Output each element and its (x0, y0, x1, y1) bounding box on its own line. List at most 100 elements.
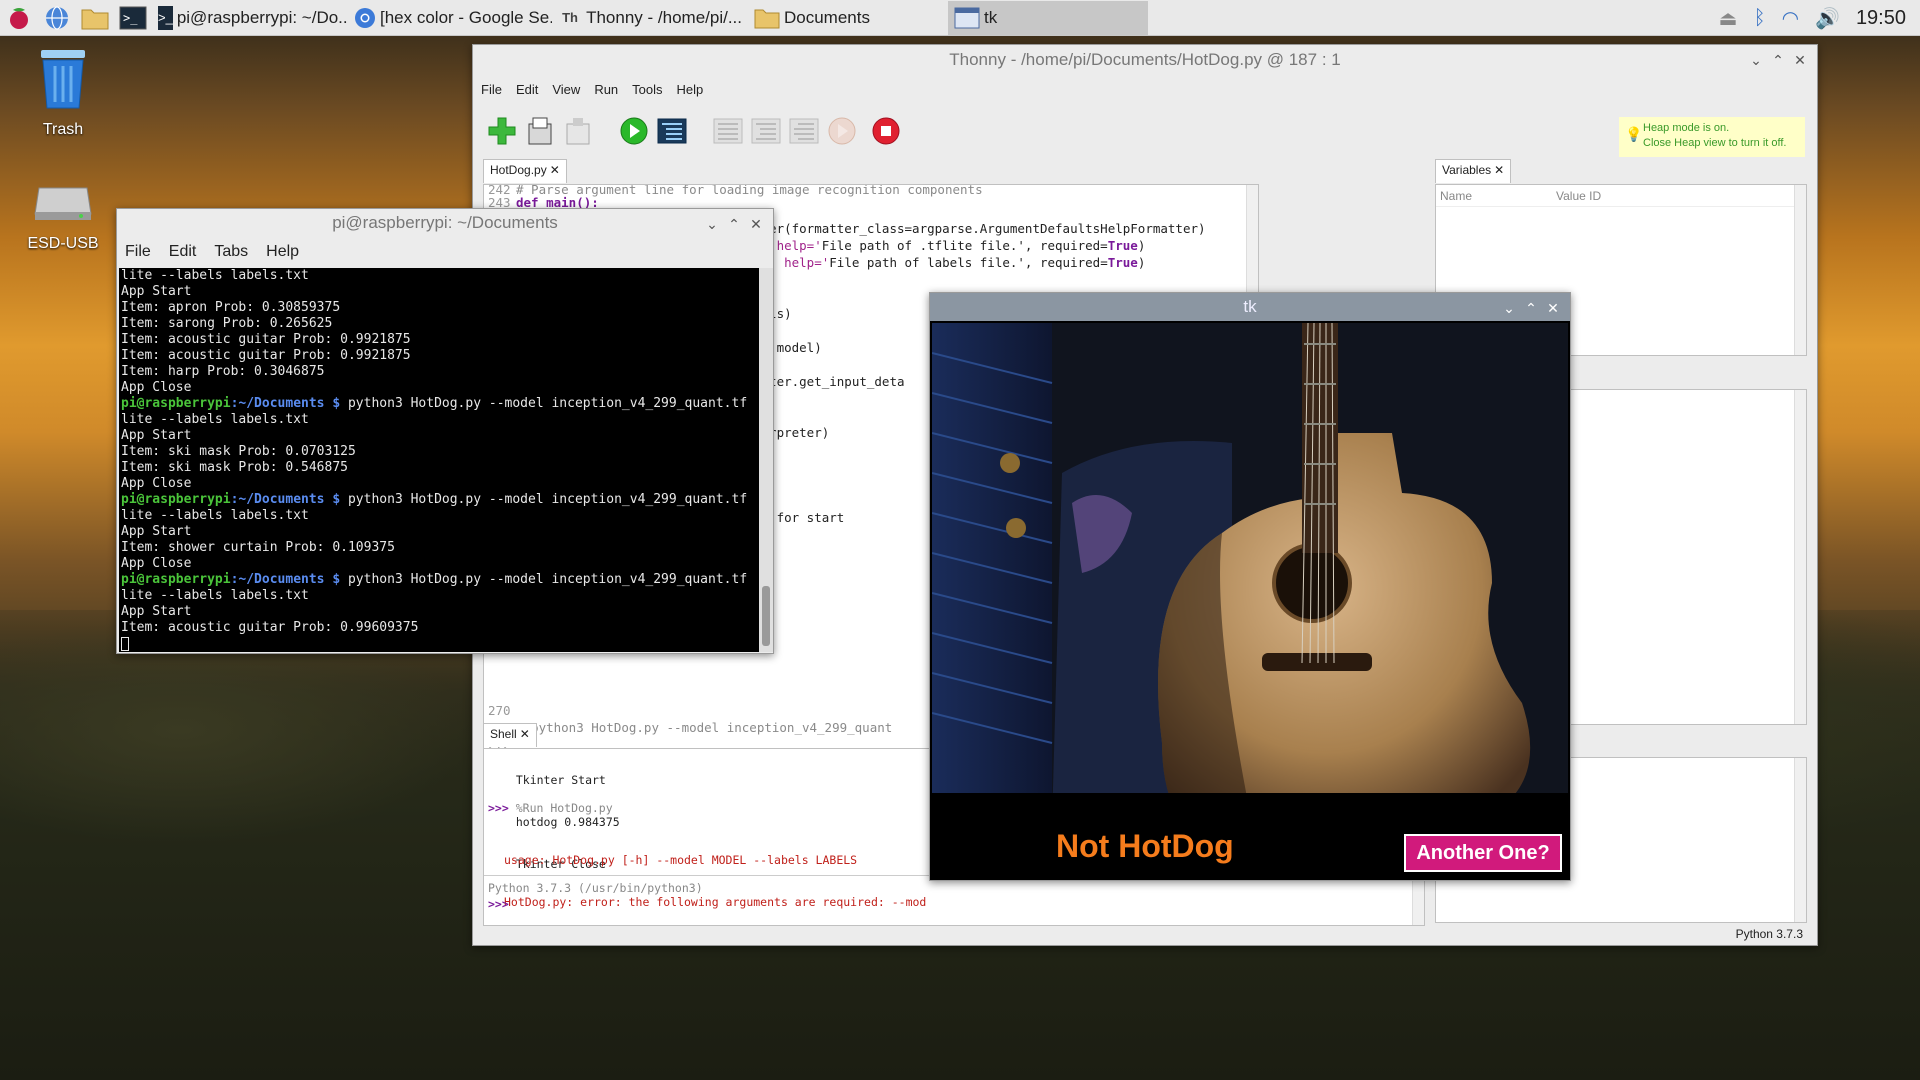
column-name: Name (1440, 188, 1473, 203)
window-title: Thonny - /home/pi/Documents/HotDog.py @ … (949, 50, 1341, 69)
step-out-button[interactable] (787, 114, 821, 148)
taskbar: >_ >_ pi@raspberrypi: ~/Do... [hex color… (0, 0, 1920, 36)
terminal-menubar: File Edit Tabs Help (117, 237, 773, 267)
task-label: pi@raspberrypi: ~/Do... (176, 7, 348, 27)
desktop-icon-usb[interactable]: ESD-USB (8, 178, 118, 253)
task-thonny[interactable]: Th Thonny - /home/pi/... (552, 1, 748, 35)
variables-scrollbar[interactable] (1794, 185, 1806, 355)
terminal-launcher-icon[interactable]: >_ (117, 2, 149, 34)
raspberry-menu-icon[interactable] (3, 2, 35, 34)
menu-tools[interactable]: Tools (632, 82, 662, 97)
tab-variables[interactable]: Variables ✕ (1435, 159, 1512, 183)
heap-scrollbar[interactable] (1794, 390, 1806, 724)
maximize-icon[interactable]: ⌃ (1767, 52, 1789, 69)
tk-titlebar[interactable]: tk ⌄ ⌃ ✕ (930, 293, 1570, 321)
terminal-line: pi@raspberrypi:~/Documents $ python3 Hot… (121, 572, 748, 587)
another-one-button[interactable]: Another One? (1404, 834, 1562, 872)
close-tab-icon[interactable]: ✕ (520, 727, 530, 741)
task-label: tk (984, 7, 998, 27)
menu-edit[interactable]: Edit (516, 82, 538, 97)
svg-text:>_: >_ (123, 11, 138, 25)
file-manager-launcher-icon[interactable] (79, 2, 111, 34)
terminal-line: lite --labels labels.txt (121, 508, 309, 523)
debug-button[interactable] (655, 114, 689, 148)
terminal-scrollbar[interactable] (759, 268, 773, 652)
status-python-version[interactable]: Python 3.7.3 (1736, 927, 1803, 941)
minimize-icon[interactable]: ⌄ (1498, 300, 1520, 317)
window-title: pi@raspberrypi: ~/Documents (332, 213, 558, 232)
step-into-button[interactable] (749, 114, 783, 148)
terminal-line: App Start (121, 524, 192, 539)
clock[interactable]: 19:50 (1856, 7, 1906, 30)
menu-run[interactable]: Run (594, 82, 618, 97)
close-icon[interactable]: ✕ (1789, 52, 1811, 69)
window-icon (954, 6, 980, 30)
terminal-line: Item: ski mask Prob: 0.0703125 (121, 444, 356, 459)
terminal-titlebar[interactable]: pi@raspberrypi: ~/Documents ⌄ ⌃ ✕ (117, 209, 773, 237)
maximize-icon[interactable]: ⌃ (1520, 300, 1542, 317)
stop-button[interactable] (869, 114, 903, 148)
minimize-icon[interactable]: ⌄ (1745, 52, 1767, 69)
scroll-thumb[interactable] (762, 586, 770, 646)
menu-file[interactable]: File (125, 243, 151, 261)
captured-image (932, 323, 1568, 823)
tab-hotdog[interactable]: HotDog.py ✕ (483, 159, 567, 183)
terminal-line: lite --labels labels.txt (121, 412, 309, 427)
task-documents[interactable]: Documents (748, 1, 948, 35)
menu-file[interactable]: File (481, 82, 502, 97)
task-terminal[interactable]: >_ pi@raspberrypi: ~/Do... (152, 1, 348, 35)
thonny-titlebar[interactable]: Thonny - /home/pi/Documents/HotDog.py @ … (473, 45, 1817, 75)
heap-mode-notice[interactable]: 💡 Heap mode is on. Close Heap view to tu… (1619, 117, 1805, 157)
browser-launcher-icon[interactable] (41, 2, 73, 34)
eject-icon[interactable]: ⏏ (1719, 6, 1738, 31)
menu-view[interactable]: View (552, 82, 580, 97)
bluetooth-icon[interactable]: ᛒ (1754, 7, 1766, 30)
run-button[interactable] (617, 114, 651, 148)
menu-help[interactable]: Help (677, 82, 704, 97)
assistant-scrollbar[interactable] (1794, 758, 1806, 922)
tab-shell[interactable]: Shell ✕ (483, 723, 537, 747)
heap-note-line2: Close Heap view to turn it off. (1643, 137, 1787, 149)
shell-prompt[interactable]: >>> (488, 897, 509, 911)
task-tk[interactable]: tk (948, 0, 1148, 35)
window-title: tk (1243, 297, 1257, 316)
variables-header: Name Value ID (1436, 185, 1806, 207)
maximize-icon[interactable]: ⌃ (723, 216, 745, 233)
menu-help[interactable]: Help (266, 243, 299, 261)
code-fragment: reter.get_input_deta (754, 374, 905, 389)
terminal-line: App Close (121, 380, 192, 395)
terminal-window: pi@raspberrypi: ~/Documents ⌄ ⌃ ✕ File E… (116, 208, 774, 654)
terminal-cursor[interactable] (119, 636, 759, 652)
window-controls: ⌄ ⌃ ✕ (1498, 293, 1564, 323)
close-icon[interactable]: ✕ (745, 216, 767, 233)
terminal-line: Item: harp Prob: 0.3046875 (121, 364, 325, 379)
volume-icon[interactable]: 🔊 (1815, 6, 1840, 31)
desktop-icon-trash[interactable]: Trash (8, 44, 118, 139)
minimize-icon[interactable]: ⌄ (701, 216, 723, 233)
step-over-button[interactable] (711, 114, 745, 148)
new-file-button[interactable] (485, 114, 519, 148)
column-value-id: Value ID (1556, 188, 1602, 203)
close-tab-icon[interactable]: ✕ (550, 163, 560, 177)
task-label: Thonny - /home/pi/... (586, 7, 742, 27)
thonny-toolbar: 💡 Heap mode is on. Close Heap view to tu… (473, 103, 1817, 159)
task-chromium[interactable]: [hex color - Google Se... (348, 1, 552, 35)
terminal-line: lite --labels labels.txt (121, 268, 309, 283)
save-button[interactable] (561, 114, 595, 148)
thonny-menubar: File Edit View Run Tools Help (473, 75, 1817, 103)
terminal-line: Item: acoustic guitar Prob: 0.9921875 (121, 348, 411, 363)
terminal-line: App Start (121, 428, 192, 443)
lightbulb-icon: 💡 (1625, 126, 1643, 142)
load-button[interactable] (523, 114, 557, 148)
code-line: 270 (488, 703, 511, 718)
menu-tabs[interactable]: Tabs (214, 243, 248, 261)
resume-button[interactable] (825, 114, 859, 148)
system-tray: ⏏ ᛒ ◠ 🔊 19:50 (1711, 0, 1920, 36)
wifi-icon[interactable]: ◠ (1782, 6, 1799, 31)
menu-edit[interactable]: Edit (169, 243, 197, 261)
code-fragment: ', help='File path of .tflite file.', re… (754, 238, 1146, 253)
guitar-photo (932, 323, 1568, 823)
close-tab-icon[interactable]: ✕ (1494, 163, 1504, 177)
close-icon[interactable]: ✕ (1542, 300, 1564, 317)
terminal-output[interactable]: lite --labels labels.txt App Start Item: a… (119, 268, 759, 652)
